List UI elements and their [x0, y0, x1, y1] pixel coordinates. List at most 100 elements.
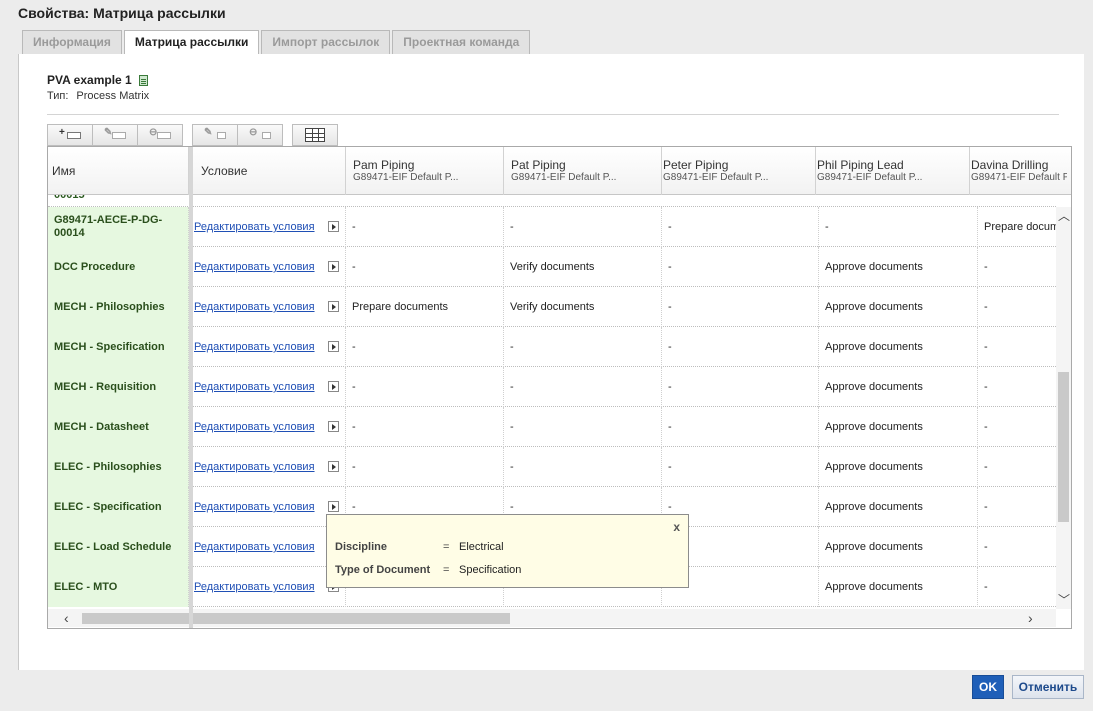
row-cell[interactable]: Verify documents	[504, 247, 662, 287]
row-cell[interactable]: -	[346, 327, 504, 367]
play-arrow-icon[interactable]	[328, 221, 339, 232]
row-cell[interactable]: Prepare docum	[978, 207, 1056, 247]
matrix-name: PVA example 1	[47, 73, 132, 87]
close-icon[interactable]: x	[673, 520, 680, 534]
row-cell[interactable]: -	[504, 367, 662, 407]
row-cell[interactable]: -	[662, 247, 819, 287]
row-cell[interactable]: -	[978, 407, 1056, 447]
edit-row-button[interactable]: ✎	[92, 124, 138, 146]
row-cell[interactable]: Prepare documents	[346, 287, 504, 327]
horizontal-scroll-thumb[interactable]	[82, 613, 510, 624]
row-cell[interactable]: -	[819, 207, 978, 247]
row-cell[interactable]: -	[978, 487, 1056, 527]
chevron-up-icon[interactable]: ︿	[1058, 210, 1070, 222]
edit-conditions-link[interactable]: Редактировать условия	[194, 341, 315, 353]
tab-project-team[interactable]: Проектная команда	[392, 30, 531, 54]
row-cell[interactable]: -	[504, 447, 662, 487]
play-arrow-icon[interactable]	[328, 301, 339, 312]
row-cell[interactable]: Verify documents	[504, 287, 662, 327]
horizontal-scrollbar[interactable]: ‹ ›	[48, 609, 1056, 627]
header-person-1[interactable]: Pam Piping G89471-EIF Default P...	[346, 147, 504, 195]
table-settings-icon	[305, 128, 325, 142]
tab-information[interactable]: Информация	[22, 30, 122, 54]
row-cell[interactable]: -	[978, 367, 1056, 407]
row-cell[interactable]: Approve documents	[819, 447, 978, 487]
row-cell[interactable]: -	[346, 207, 504, 247]
row-cell[interactable]: -	[662, 367, 819, 407]
edit-conditions-link[interactable]: Редактировать условия	[194, 421, 315, 433]
table-row[interactable]: ELEC - Philosophies Редактировать условия…	[48, 447, 1056, 487]
tab-distribution-matrix[interactable]: Матрица рассылки	[123, 30, 260, 55]
table-row[interactable]: DCC Procedure Редактировать условия - Verif…	[48, 247, 1056, 287]
play-arrow-icon[interactable]	[328, 381, 339, 392]
row-cell[interactable]: -	[662, 287, 819, 327]
play-arrow-icon[interactable]	[328, 421, 339, 432]
popup-row: Type of Document = Specification	[335, 564, 522, 576]
header-person-3[interactable]: Peter Piping G89471-EIF Default P...	[662, 147, 816, 195]
row-cell[interactable]: Approve documents	[819, 287, 978, 327]
tab-import-distributions[interactable]: Импорт рассылок	[261, 30, 391, 54]
row-cell[interactable]: -	[662, 207, 819, 247]
row-cell[interactable]: -	[504, 327, 662, 367]
row-cell[interactable]: -	[504, 207, 662, 247]
row-cell[interactable]: Approve documents	[819, 247, 978, 287]
ok-button[interactable]: OK	[972, 675, 1004, 699]
row-cell[interactable]: -	[346, 407, 504, 447]
row-cell[interactable]: -	[346, 447, 504, 487]
play-arrow-icon[interactable]	[328, 341, 339, 352]
edit-conditions-link[interactable]: Редактировать условия	[194, 581, 315, 593]
header-person-2[interactable]: Pat Piping G89471-EIF Default P...	[504, 147, 662, 195]
row-cell[interactable]: Approve documents	[819, 527, 978, 567]
table-row[interactable]: G89471-AECE-P-DG-00014 Редактировать усло…	[48, 207, 1056, 247]
row-cell[interactable]: -	[978, 287, 1056, 327]
edit-column-button[interactable]: ✎	[192, 124, 238, 146]
header-person-5[interactable]: Davina Drilling G89471-EIF Default P...	[970, 147, 1071, 195]
edit-conditions-link[interactable]: Редактировать условия	[194, 501, 315, 513]
edit-conditions-link[interactable]: Редактировать условия	[194, 221, 315, 233]
row-cell[interactable]: -	[346, 367, 504, 407]
edit-conditions-link[interactable]: Редактировать условия	[194, 301, 315, 313]
row-condition: Редактировать условия	[193, 327, 346, 367]
cancel-button[interactable]: Отменить	[1012, 675, 1084, 699]
frozen-column-splitter[interactable]	[189, 147, 193, 628]
row-cell[interactable]: -	[662, 407, 819, 447]
delete-row-button[interactable]: ⊖	[137, 124, 183, 146]
delete-column-button[interactable]: ⊖	[237, 124, 283, 146]
document-icon[interactable]	[138, 75, 148, 86]
row-cell[interactable]: -	[978, 327, 1056, 367]
row-cell[interactable]: -	[978, 447, 1056, 487]
row-cell[interactable]: -	[978, 247, 1056, 287]
row-cell[interactable]: Approve documents	[819, 567, 978, 607]
vertical-scroll-thumb[interactable]	[1058, 372, 1069, 522]
row-cell[interactable]: Approve documents	[819, 327, 978, 367]
header-person-4[interactable]: Phil Piping Lead G89471-EIF Default P...	[816, 147, 970, 195]
edit-conditions-link[interactable]: Редактировать условия	[194, 381, 315, 393]
row-cell[interactable]: Approve documents	[819, 367, 978, 407]
table-settings-button[interactable]	[292, 124, 338, 146]
chevron-down-icon[interactable]: ﹀	[1058, 594, 1070, 606]
row-cell[interactable]: -	[662, 327, 819, 367]
edit-conditions-link[interactable]: Редактировать условия	[194, 461, 315, 473]
table-row[interactable]: MECH - Requisition Редактировать условия -…	[48, 367, 1056, 407]
table-row[interactable]: MECH - Philosophies Редактировать условия…	[48, 287, 1056, 327]
table-row[interactable]: MECH - Specification Редактировать услови…	[48, 327, 1056, 367]
chevron-left-icon[interactable]: ‹	[64, 610, 69, 626]
chevron-right-icon[interactable]: ›	[1028, 610, 1033, 626]
row-cell[interactable]: Approve documents	[819, 487, 978, 527]
play-arrow-icon[interactable]	[328, 501, 339, 512]
edit-conditions-link[interactable]: Редактировать условия	[194, 261, 315, 273]
play-arrow-icon[interactable]	[328, 261, 339, 272]
header-condition[interactable]: Условие	[193, 147, 346, 195]
row-cell[interactable]: -	[978, 567, 1056, 607]
row-cell[interactable]: -	[662, 447, 819, 487]
row-cell[interactable]: -	[504, 407, 662, 447]
table-row[interactable]: MECH - Datasheet Редактировать условия - - -…	[48, 407, 1056, 447]
add-row-button[interactable]: +	[47, 124, 93, 146]
edit-conditions-link[interactable]: Редактировать условия	[194, 541, 315, 553]
header-name[interactable]: Имя	[48, 147, 189, 195]
play-arrow-icon[interactable]	[328, 461, 339, 472]
row-cell[interactable]: -	[346, 247, 504, 287]
row-cell[interactable]: Approve documents	[819, 407, 978, 447]
vertical-scrollbar[interactable]: ︿ ﹀	[1056, 207, 1071, 609]
row-cell[interactable]: -	[978, 527, 1056, 567]
